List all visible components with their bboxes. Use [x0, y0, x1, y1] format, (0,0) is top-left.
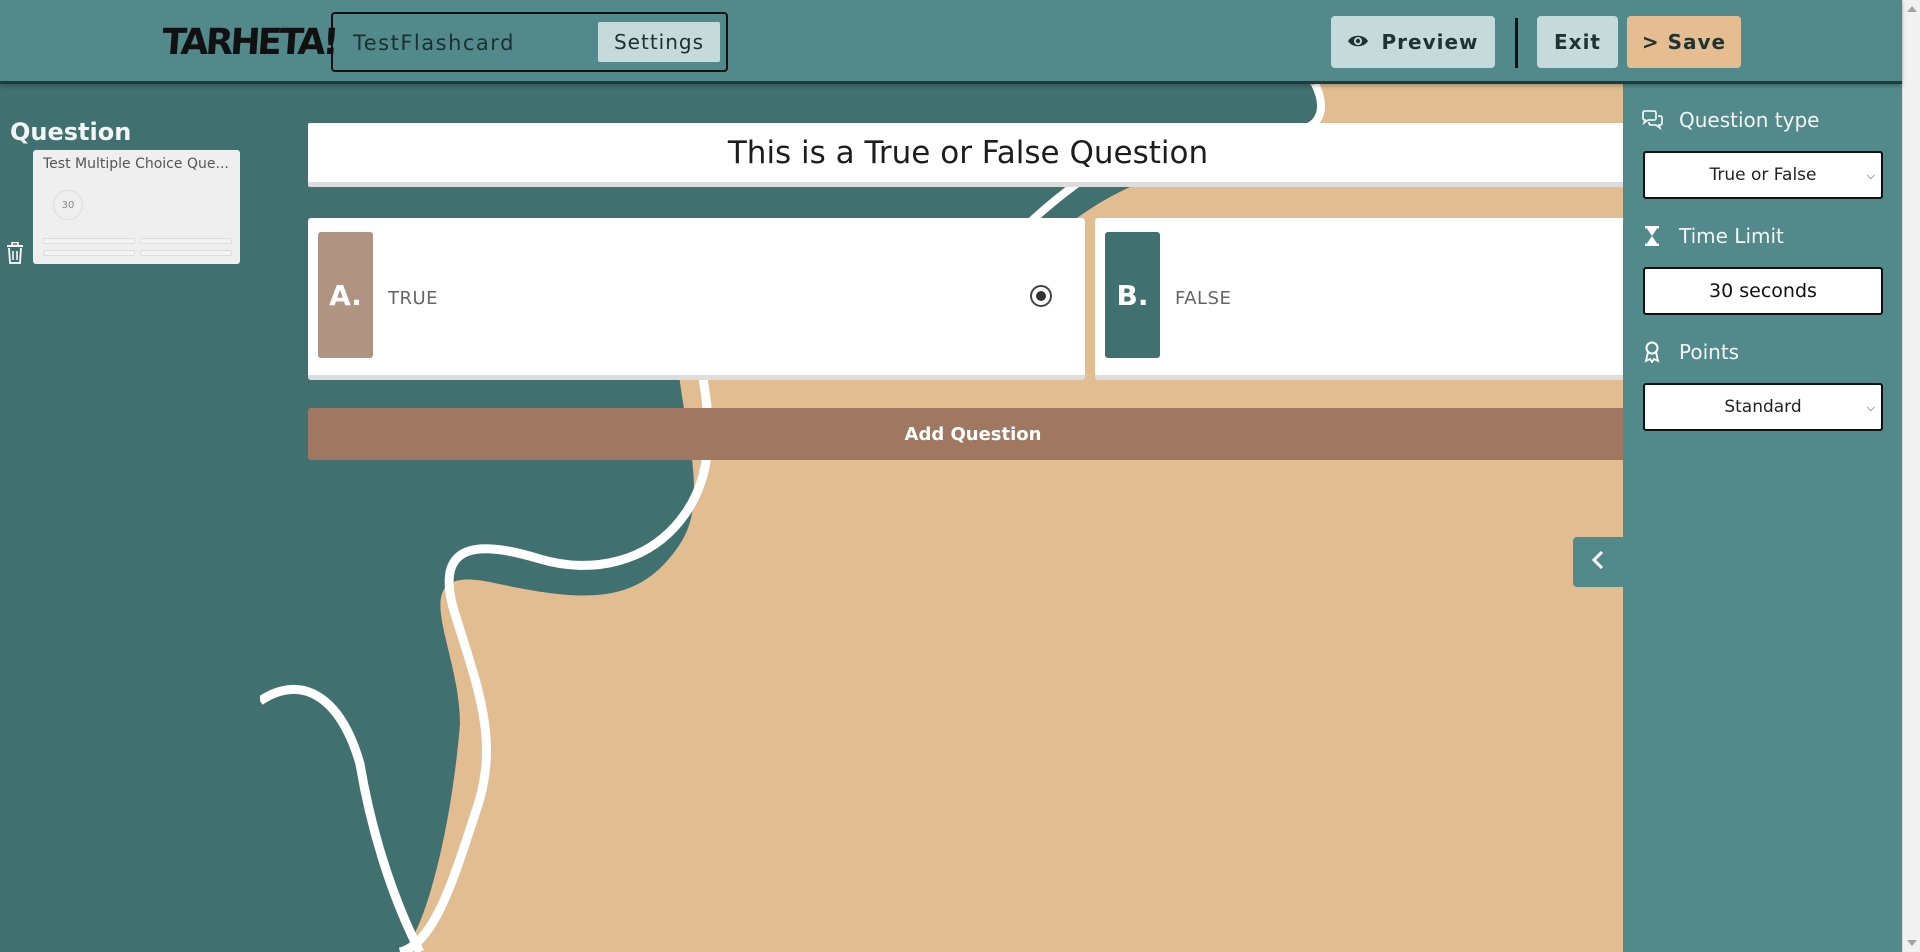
eye-icon [1347, 30, 1369, 54]
answer-option-b[interactable]: B. FALSE [1095, 218, 1623, 380]
scroll-down-icon[interactable] [1907, 940, 1917, 946]
time-limit-input[interactable] [1643, 267, 1883, 315]
page-scrollbar[interactable] [1902, 0, 1920, 952]
quiz-title-box: Settings [331, 12, 728, 72]
hourglass-icon [1641, 225, 1663, 247]
answer-text-a[interactable]: TRUE [388, 288, 438, 309]
settings-button[interactable]: Settings [598, 22, 720, 62]
collapse-panel-button[interactable] [1573, 537, 1623, 587]
points-label-row: Points [1641, 340, 1739, 364]
slide-thumbnail[interactable]: Test Multiple Choice Que... 30 [33, 150, 240, 264]
preview-button[interactable]: Preview [1331, 16, 1495, 68]
chevron-left-icon [1591, 550, 1605, 574]
question-text[interactable]: This is a True or False Question [308, 135, 1623, 171]
slide-thumbnail-title: Test Multiple Choice Que... [43, 156, 229, 172]
preview-label: Preview [1381, 30, 1479, 54]
header-divider [1515, 18, 1518, 68]
question-title-bar[interactable]: This is a True or False Question [308, 123, 1623, 187]
points-value: Standard [1724, 397, 1802, 417]
question-type-select[interactable]: True or False ⌵ [1643, 151, 1883, 199]
chevron-down-icon: ⌵ [1866, 169, 1875, 182]
editor-canvas: This is a True or False Question A. TRUE… [260, 84, 1623, 952]
time-limit-label-row: Time Limit [1641, 224, 1784, 248]
exit-button[interactable]: Exit [1537, 16, 1618, 68]
slide-thumbnail-timer: 30 [53, 190, 83, 220]
background-shape [260, 84, 1325, 952]
add-question-button[interactable]: Add Question [308, 408, 1623, 460]
correct-answer-radio[interactable] [1030, 285, 1052, 307]
save-button[interactable]: > Save [1627, 16, 1741, 68]
top-bar: TARHETA! Settings Preview Exit > Save [0, 0, 1902, 84]
award-icon [1641, 341, 1663, 363]
thumb-answer-line [43, 250, 135, 256]
answer-letter-a: A. [318, 232, 373, 358]
sidebar-heading: Question [10, 118, 132, 146]
settings-panel: Question type True or False ⌵ Time Limit… [1623, 84, 1902, 952]
app-logo[interactable]: TARHETA! [161, 22, 338, 63]
chat-bubbles-icon [1641, 109, 1663, 131]
question-sidebar: Question Test Multiple Choice Que... 30 [0, 84, 260, 952]
time-limit-label: Time Limit [1679, 224, 1784, 248]
thumb-answer-line [140, 250, 232, 256]
question-type-label: Question type [1679, 108, 1820, 132]
points-label: Points [1679, 340, 1740, 364]
points-select[interactable]: Standard ⌵ [1643, 383, 1883, 431]
answer-letter-b: B. [1105, 232, 1160, 358]
question-type-value: True or False [1709, 165, 1817, 185]
scroll-up-icon[interactable] [1907, 6, 1917, 12]
answer-option-a[interactable]: A. TRUE [308, 218, 1085, 380]
chevron-down-icon: ⌵ [1866, 401, 1875, 414]
quiz-title-input[interactable] [353, 30, 593, 56]
answer-text-b[interactable]: FALSE [1175, 288, 1231, 309]
thumb-answer-line [140, 238, 232, 244]
thumb-answer-line [43, 238, 135, 244]
question-type-label-row: Question type [1641, 108, 1820, 132]
trash-icon[interactable] [6, 241, 24, 264]
